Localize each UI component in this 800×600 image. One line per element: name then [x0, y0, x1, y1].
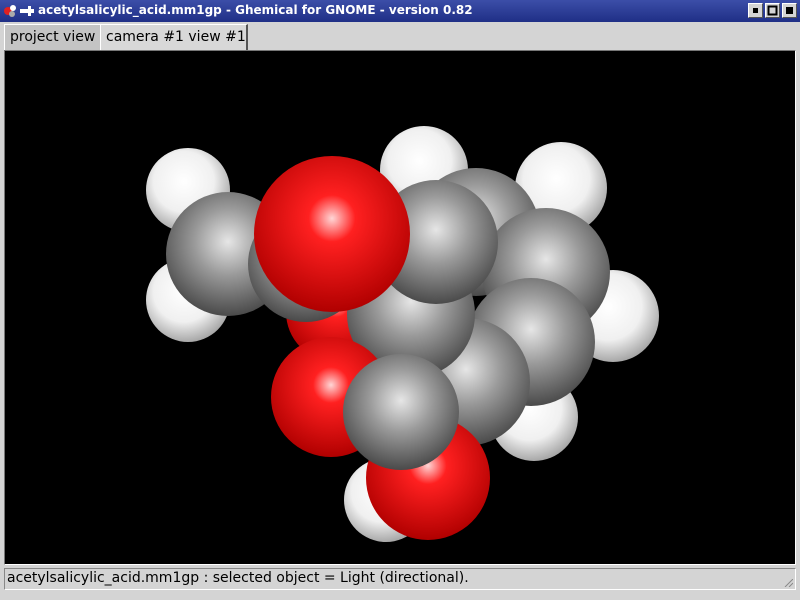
window-title: acetylsalicylic_acid.mm1gp - Ghemical fo…	[38, 3, 473, 17]
minimize-button[interactable]	[748, 3, 763, 18]
oxygen-atom[interactable]	[254, 156, 410, 312]
window-menu-icon[interactable]	[2, 3, 36, 19]
carbon-atom[interactable]	[343, 354, 459, 470]
resize-grip-icon[interactable]	[781, 579, 793, 587]
close-icon	[786, 7, 793, 14]
maximize-icon	[767, 5, 778, 16]
tab-camera-view[interactable]: camera #1 view #1	[100, 24, 248, 51]
viewport-frame	[4, 50, 796, 565]
maximize-button[interactable]	[765, 3, 780, 18]
notebook-tabs: project view camera #1 view #1	[0, 22, 800, 51]
status-bar: acetylsalicylic_acid.mm1gp : selected ob…	[4, 568, 796, 590]
molecule-viewport[interactable]	[6, 52, 794, 563]
molecule-render[interactable]	[6, 52, 794, 563]
tab-project-view[interactable]: project view	[4, 24, 100, 50]
minimize-icon	[753, 8, 758, 13]
title-bar[interactable]: acetylsalicylic_acid.mm1gp - Ghemical fo…	[0, 0, 800, 22]
close-button[interactable]	[782, 3, 797, 18]
status-text: acetylsalicylic_acid.mm1gp : selected ob…	[7, 570, 469, 586]
